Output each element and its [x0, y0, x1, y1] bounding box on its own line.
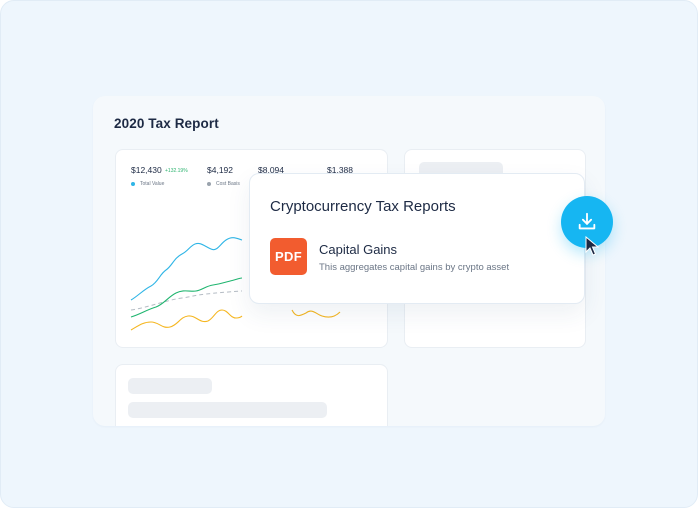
legend-dot-blue: [131, 181, 135, 186]
legend-cost-basis: Cost Basis: [207, 181, 240, 187]
pdf-icon: PDF: [270, 238, 307, 275]
download-icon: [578, 212, 596, 230]
yellow-series-line-tail: [291, 309, 341, 318]
cursor-pointer-icon: [585, 236, 599, 256]
capital-gains-title[interactable]: Capital Gains: [319, 242, 397, 257]
legend-dot-gray: [207, 181, 211, 186]
cost-basis-dashed-line: [130, 290, 243, 311]
yellow-series-line: [130, 309, 243, 331]
legend-total-value: Total Value: [131, 181, 164, 187]
stat-total-value-change: +132.19%: [165, 168, 188, 174]
capital-gains-description: This aggregates capital gains by crypto …: [319, 262, 510, 273]
skeleton-placeholder: [128, 402, 327, 418]
legend-cost-basis-label: Cost Basis: [216, 181, 240, 187]
legend-total-value-label: Total Value: [140, 181, 165, 187]
stat-total-value: $12,430: [131, 165, 162, 175]
popup-title: Cryptocurrency Tax Reports: [270, 198, 456, 215]
report-title: 2020 Tax Report: [114, 116, 219, 131]
stat-cost-basis: $4,192: [207, 165, 233, 175]
skeleton-placeholder: [128, 378, 212, 394]
